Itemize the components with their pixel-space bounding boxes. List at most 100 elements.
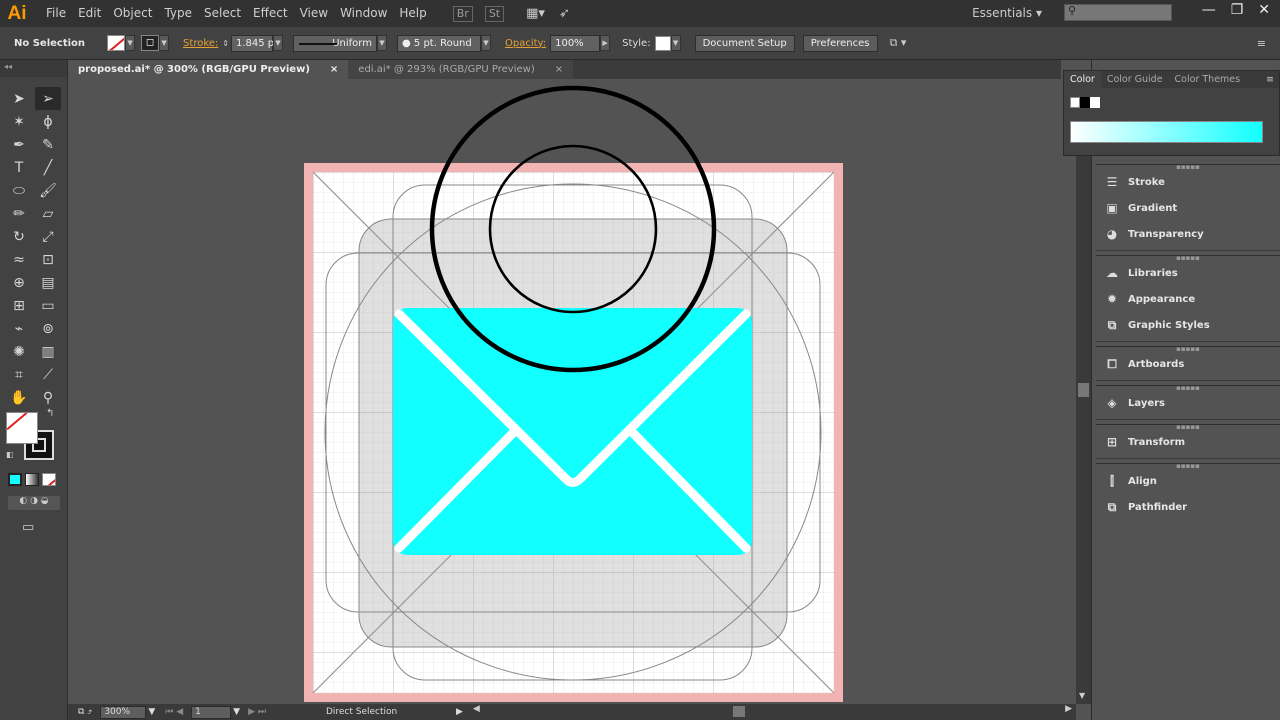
preferences-button[interactable]: Preferences xyxy=(802,34,878,52)
artboard-number-field[interactable]: 1 xyxy=(191,705,232,719)
rotate-tool-icon[interactable]: ↻ xyxy=(6,225,32,248)
ellipse-tool-icon[interactable]: ⬭ xyxy=(6,179,32,202)
tab-color[interactable]: Color xyxy=(1064,71,1101,88)
canvas-area[interactable] xyxy=(68,79,1076,704)
gpu-performance-icon[interactable]: ➶ xyxy=(559,6,570,21)
panel-graphic-styles[interactable]: ⧉ Graphic Styles xyxy=(1096,312,1280,338)
none-mode-button[interactable] xyxy=(42,473,56,486)
panel-menu-icon[interactable]: ≡ xyxy=(1257,37,1266,50)
artboard-next-icon[interactable]: ▶ ⏭ xyxy=(248,707,266,717)
document-tab-edi[interactable]: edi.ai* @ 293% (RGB/GPU Preview) × xyxy=(348,60,574,79)
style-dropdown[interactable]: ▼ xyxy=(670,35,681,51)
stroke-label[interactable]: Stroke: xyxy=(183,38,218,49)
panel-appearance[interactable]: ✹ Appearance xyxy=(1096,286,1280,312)
pen-tool-icon[interactable]: ✒ xyxy=(6,133,32,156)
brush-definition[interactable]: ● 5 pt. Round xyxy=(396,34,481,52)
scale-tool-icon[interactable]: ⤢ xyxy=(35,225,61,248)
menu-object[interactable]: Object xyxy=(107,0,158,27)
menu-effect[interactable]: Effect xyxy=(247,0,294,27)
line-tool-icon[interactable]: ╱ xyxy=(35,156,61,179)
restore-button[interactable]: ❐ xyxy=(1231,2,1244,18)
menu-view[interactable]: View xyxy=(294,0,334,27)
arrange-documents-icon[interactable]: ▦▾ xyxy=(526,6,545,21)
color-mode-button[interactable] xyxy=(8,473,22,486)
hand-tool-icon[interactable]: ✋ xyxy=(6,386,32,409)
graphic-style-swatch[interactable] xyxy=(654,35,671,51)
perspective-grid-icon[interactable]: ▤ xyxy=(35,271,61,294)
fill-dropdown[interactable]: ▼ xyxy=(125,35,136,51)
direct-selection-tool-icon[interactable]: ➢ xyxy=(35,87,61,110)
panel-transparency[interactable]: ◕ Transparency xyxy=(1096,221,1280,247)
workspace-switcher[interactable]: Essentials ▾ xyxy=(972,6,1042,20)
blend-tool-icon[interactable]: ⊚ xyxy=(35,317,61,340)
paintbrush-icon[interactable]: 🖌 xyxy=(35,179,61,202)
zoom-tool-icon[interactable]: ⚲ xyxy=(35,386,61,409)
color-spectrum-bar[interactable] xyxy=(1070,121,1263,143)
artboard-dropdown-icon[interactable]: ▼ xyxy=(233,707,240,717)
brush-dropdown[interactable]: ▼ xyxy=(480,35,491,51)
tab-color-guide[interactable]: Color Guide xyxy=(1101,71,1169,88)
panel-artboards[interactable]: ⧠ Artboards xyxy=(1096,351,1280,377)
envelope-shape[interactable] xyxy=(393,308,752,555)
column-graph-icon[interactable]: ▥ xyxy=(35,340,61,363)
draw-mode-buttons[interactable]: ◐ ◑ ◒ xyxy=(8,496,60,510)
scroll-right-icon[interactable]: ▶ xyxy=(1065,704,1072,714)
panel-align[interactable]: ⫿ Align xyxy=(1096,468,1280,494)
lasso-icon[interactable]: ϕ xyxy=(35,110,61,133)
status-menu-icon[interactable]: ▶ xyxy=(456,707,463,717)
menu-help[interactable]: Help xyxy=(393,0,432,27)
horizontal-scroll-thumb[interactable] xyxy=(732,706,745,717)
opacity-label[interactable]: Opacity: xyxy=(505,38,546,49)
close-tab-icon[interactable]: × xyxy=(555,60,563,79)
gradient-tool-icon[interactable]: ▭ xyxy=(35,294,61,317)
slice-tool-icon[interactable]: ⟋ xyxy=(35,363,61,386)
mesh-tool-icon[interactable]: ⊞ xyxy=(6,294,32,317)
menu-file[interactable]: File xyxy=(40,0,72,27)
close-button[interactable]: ✕ xyxy=(1258,2,1270,18)
default-colors-icon[interactable]: ◧ xyxy=(6,450,14,459)
panel-gradient[interactable]: ▣ Gradient xyxy=(1096,195,1280,221)
scroll-down-icon[interactable]: ▼ xyxy=(1079,691,1085,700)
none-swatch[interactable] xyxy=(1070,97,1080,108)
screen-mode-icon[interactable]: ▭ xyxy=(22,520,34,535)
opacity-dropdown[interactable]: ▶ xyxy=(600,35,611,51)
arrange-icon[interactable]: ⧉ ▾ xyxy=(890,36,907,50)
variable-width-profile[interactable]: Uniform xyxy=(292,34,377,52)
search-input[interactable]: ⚲ xyxy=(1064,4,1172,21)
eyedropper-icon[interactable]: ⌁ xyxy=(6,317,32,340)
stroke-swatch[interactable]: ◻ xyxy=(141,35,160,51)
magic-wand-icon[interactable]: ✶ xyxy=(6,110,32,133)
artboard-nav-icon[interactable]: ⧉ ⤴ xyxy=(78,707,92,717)
gradient-mode-button[interactable] xyxy=(25,473,39,486)
menu-select[interactable]: Select xyxy=(198,0,247,27)
zoom-dropdown-icon[interactable]: ▼ xyxy=(148,707,155,717)
vertical-scrollbar[interactable]: ▼ xyxy=(1076,79,1091,704)
scrollbar-thumb[interactable] xyxy=(1078,383,1089,397)
tab-color-themes[interactable]: Color Themes xyxy=(1169,71,1247,88)
artboard-prev-icon[interactable]: ⏮ ◀ xyxy=(165,707,183,717)
eraser-icon[interactable]: ▱ xyxy=(35,202,61,225)
fill-swatch[interactable] xyxy=(107,35,126,51)
panel-pathfinder[interactable]: ⧉ Pathfinder xyxy=(1096,494,1280,520)
type-tool-icon[interactable]: T xyxy=(6,156,32,179)
zoom-field[interactable]: 300% xyxy=(100,705,147,719)
warp-tool-icon[interactable]: ≈ xyxy=(6,248,32,271)
stock-icon[interactable]: St xyxy=(484,5,505,22)
minimize-button[interactable]: — xyxy=(1202,2,1216,18)
stroke-color-dropdown[interactable]: ▼ xyxy=(159,35,170,51)
shape-builder-icon[interactable]: ⊕ xyxy=(6,271,32,294)
close-tab-icon[interactable]: × xyxy=(330,60,338,79)
selection-tool-icon[interactable]: ➤ xyxy=(6,87,32,110)
document-tab-proposed[interactable]: proposed.ai* @ 300% (RGB/GPU Preview) × xyxy=(68,60,349,79)
symbol-sprayer-icon[interactable]: ✺ xyxy=(6,340,32,363)
white-swatch[interactable] xyxy=(1090,97,1100,108)
stroke-weight-field[interactable]: 1.845 pt xyxy=(230,34,278,52)
panel-libraries[interactable]: ☁ Libraries xyxy=(1096,260,1280,286)
stroke-stepper[interactable]: ⇕ xyxy=(222,39,229,48)
document-setup-button[interactable]: Document Setup xyxy=(694,34,795,52)
menu-window[interactable]: Window xyxy=(334,0,393,27)
panel-transform[interactable]: ⊞ Transform xyxy=(1096,429,1280,455)
menu-type[interactable]: Type xyxy=(158,0,198,27)
stroke-weight-dropdown[interactable]: ▼ xyxy=(272,35,283,51)
bridge-icon[interactable]: Br xyxy=(452,5,473,22)
